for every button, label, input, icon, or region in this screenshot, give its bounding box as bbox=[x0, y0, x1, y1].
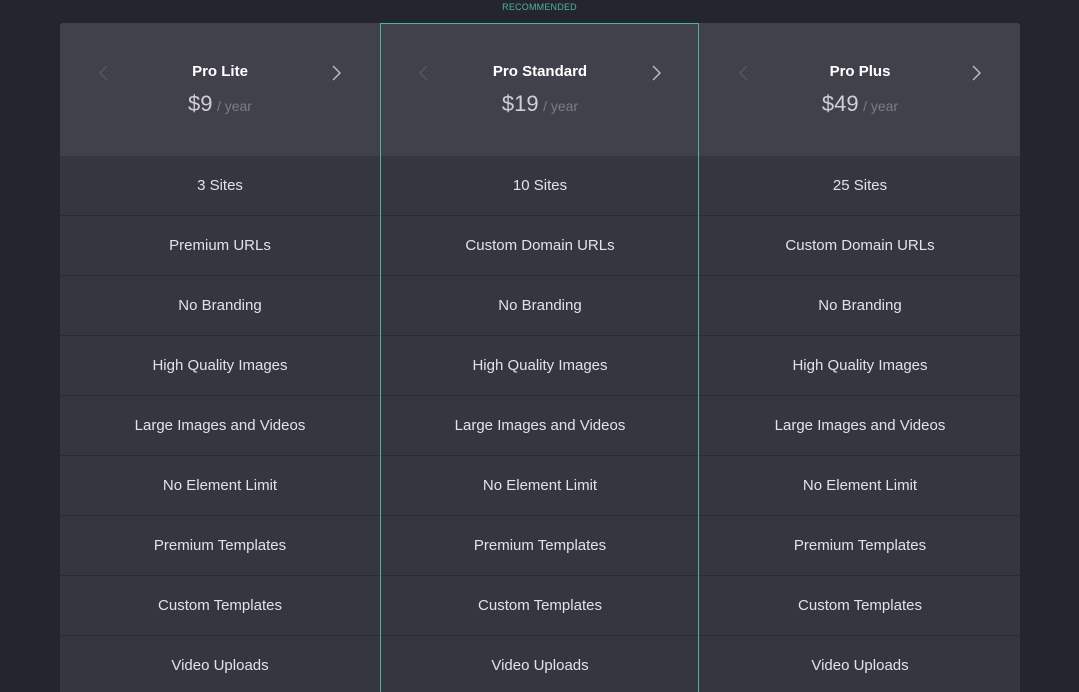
feature-list: 25 Sites Custom Domain URLs No Branding … bbox=[700, 156, 1020, 692]
feature-row: Large Images and Videos bbox=[700, 395, 1020, 455]
feature-list: 3 Sites Premium URLs No Branding High Qu… bbox=[60, 156, 380, 692]
chevron-right-icon[interactable] bbox=[328, 63, 344, 83]
feature-list: 10 Sites Custom Domain URLs No Branding … bbox=[380, 156, 700, 692]
feature-row: Premium Templates bbox=[700, 515, 1020, 575]
plan-price: $19 bbox=[501, 91, 539, 116]
pricing-table: Pro Lite $9 / year 3 Sites Premium URLs … bbox=[60, 23, 1020, 692]
feature-row: High Quality Images bbox=[60, 335, 380, 395]
feature-row: Premium Templates bbox=[380, 515, 700, 575]
plan-header: Pro Lite $9 / year bbox=[60, 23, 380, 156]
feature-row: Custom Domain URLs bbox=[380, 215, 700, 275]
plan-price-line: $49 / year bbox=[700, 91, 1020, 117]
feature-row: Premium Templates bbox=[60, 515, 380, 575]
pricing-page: RECOMMENDED Pro Lite $9 / year 3 Sites P… bbox=[0, 0, 1079, 692]
plan-price: $9 bbox=[188, 91, 213, 116]
feature-row: No Branding bbox=[60, 275, 380, 335]
plan-column-pro-standard: Pro Standard $19 / year 10 Sites Custom … bbox=[380, 23, 700, 692]
feature-row: No Element Limit bbox=[380, 455, 700, 515]
feature-row: High Quality Images bbox=[380, 335, 700, 395]
feature-row: No Element Limit bbox=[60, 455, 380, 515]
feature-row: High Quality Images bbox=[700, 335, 1020, 395]
feature-row: Custom Templates bbox=[60, 575, 380, 635]
plan-price-line: $9 / year bbox=[60, 91, 380, 117]
plan-period: / year bbox=[863, 98, 899, 114]
plan-period: / year bbox=[543, 98, 579, 114]
feature-row: Premium URLs bbox=[60, 215, 380, 275]
plan-period: / year bbox=[216, 98, 252, 114]
plan-header: Pro Standard $19 / year bbox=[380, 23, 700, 156]
feature-row: Custom Domain URLs bbox=[700, 215, 1020, 275]
chevron-right-icon[interactable] bbox=[648, 63, 664, 83]
feature-row: Custom Templates bbox=[380, 575, 700, 635]
recommended-label: RECOMMENDED bbox=[502, 2, 577, 12]
feature-row: Video Uploads bbox=[60, 635, 380, 692]
feature-row: Video Uploads bbox=[380, 635, 700, 692]
plan-header: Pro Plus $49 / year bbox=[700, 23, 1020, 156]
chevron-right-icon[interactable] bbox=[968, 63, 984, 83]
feature-row: Large Images and Videos bbox=[380, 395, 700, 455]
feature-row: 10 Sites bbox=[512, 177, 568, 194]
plan-column-pro-plus: Pro Plus $49 / year 25 Sites Custom Doma… bbox=[700, 23, 1020, 692]
plan-column-pro-lite: Pro Lite $9 / year 3 Sites Premium URLs … bbox=[60, 23, 380, 692]
plan-price-line: $19 / year bbox=[380, 91, 700, 117]
feature-row: Large Images and Videos bbox=[60, 395, 380, 455]
plan-price: $49 bbox=[821, 91, 859, 116]
feature-row: No Branding bbox=[700, 275, 1020, 335]
feature-row: No Branding bbox=[380, 275, 700, 335]
feature-row: Custom Templates bbox=[700, 575, 1020, 635]
feature-row: No Element Limit bbox=[700, 455, 1020, 515]
feature-row: Video Uploads bbox=[700, 635, 1020, 692]
feature-row: 3 Sites bbox=[197, 177, 243, 194]
feature-row: 25 Sites bbox=[832, 177, 888, 194]
